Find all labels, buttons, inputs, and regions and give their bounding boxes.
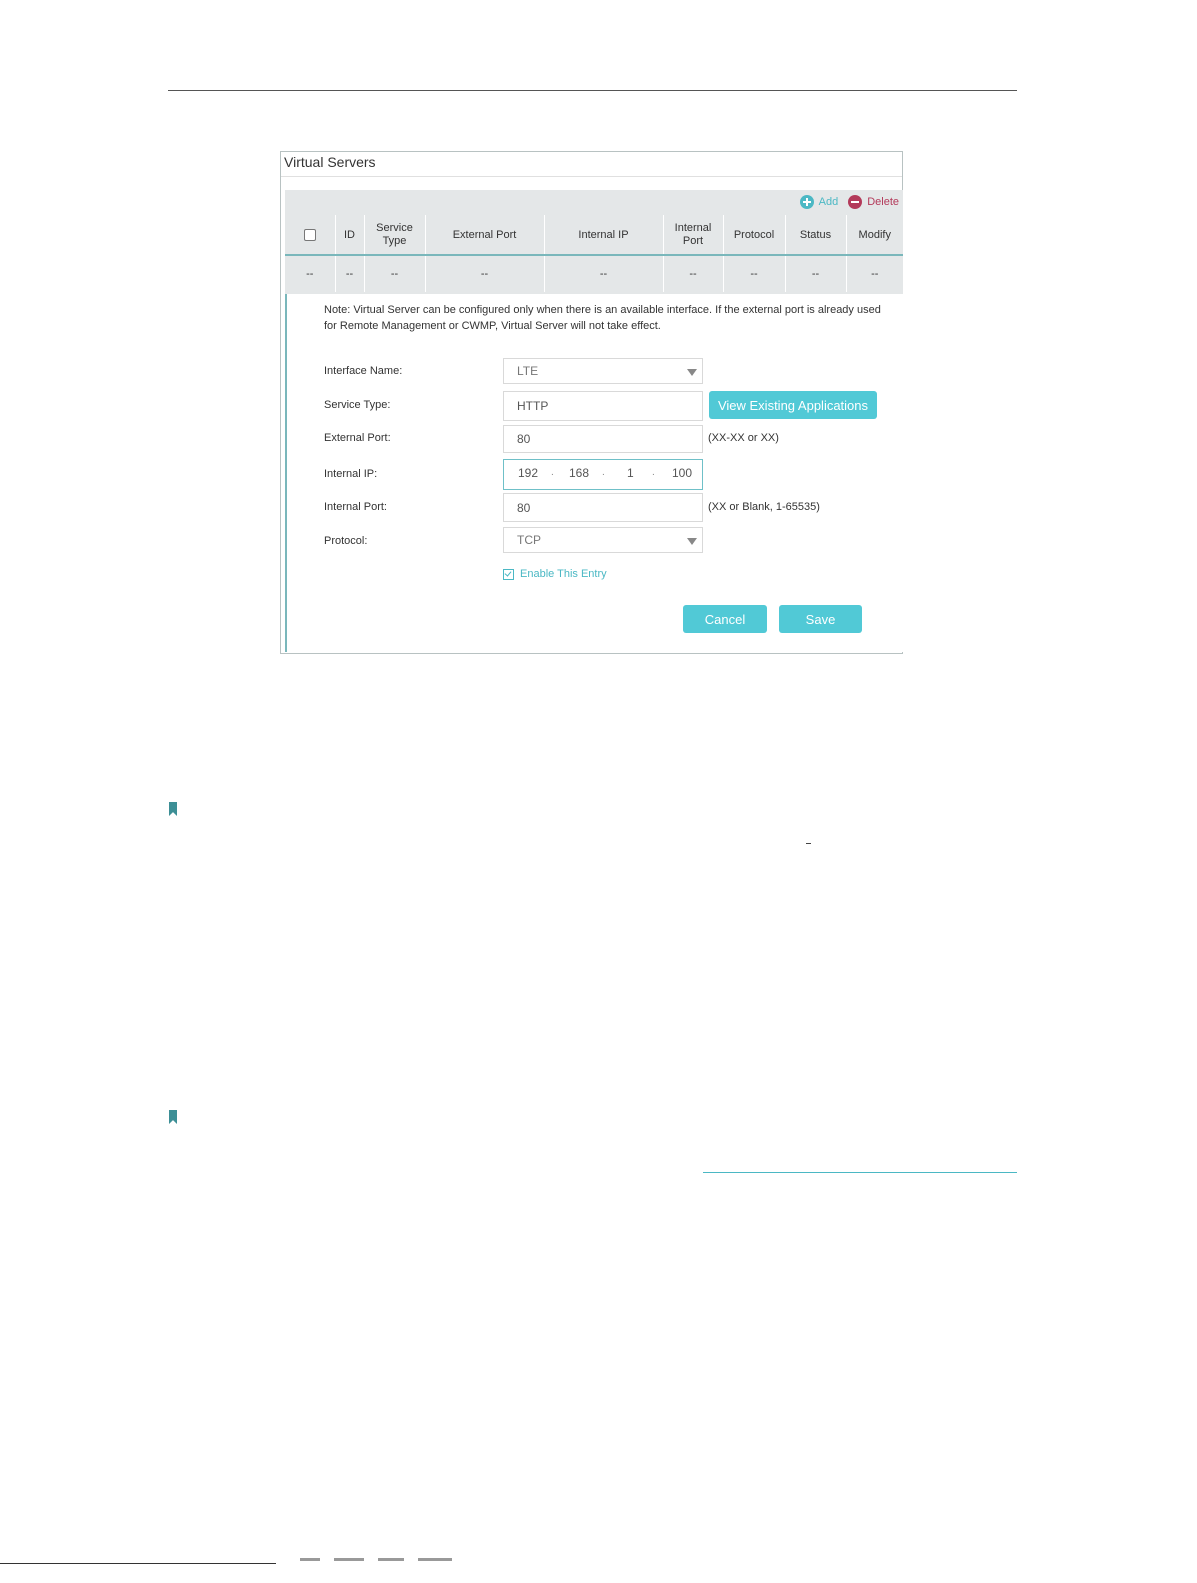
internal-port-value: 80 <box>517 500 531 515</box>
text-fragment <box>806 843 811 844</box>
bookmark-icon <box>169 802 177 816</box>
internal-ip-label: Internal IP: <box>324 468 378 480</box>
footnote-fragment <box>300 1558 452 1561</box>
dropdown-caret-icon <box>687 538 697 545</box>
table-cell: -- <box>285 255 336 292</box>
select-all-cell <box>285 215 336 255</box>
table-row: -- -- -- -- -- -- -- -- -- <box>285 255 903 292</box>
select-all-checkbox[interactable] <box>303 228 316 241</box>
minus-circle-icon <box>848 195 863 209</box>
table-cell: -- <box>785 255 847 292</box>
delete-button[interactable]: Delete <box>848 195 899 209</box>
enable-entry-toggle[interactable]: Enable This Entry <box>503 568 607 580</box>
column-header: Modify <box>858 228 891 241</box>
protocol-select[interactable]: TCP <box>503 527 703 553</box>
external-port-input[interactable]: 80 <box>503 425 703 453</box>
column-header: External Port <box>425 215 545 255</box>
column-header: Internal Port <box>663 215 724 255</box>
dropdown-caret-icon <box>687 369 697 376</box>
table-cell: -- <box>723 255 786 292</box>
service-type-input[interactable]: HTTP <box>503 391 703 421</box>
external-port-hint: (XX-XX or XX) <box>708 432 779 444</box>
cancel-button[interactable]: Cancel <box>683 605 767 633</box>
plus-circle-icon <box>799 195 814 209</box>
panel-title: Virtual Servers <box>284 154 376 170</box>
view-existing-applications-button[interactable]: View Existing Applications <box>709 391 877 419</box>
add-entry-form: Note: Virtual Server can be configured o… <box>287 294 903 652</box>
ip-dot: . <box>652 467 655 478</box>
external-port-label: External Port: <box>324 432 391 444</box>
virtual-servers-table: ID Service Type External Port Internal I… <box>285 215 903 292</box>
form-note: Note: Virtual Server can be configured o… <box>324 304 881 332</box>
external-port-value: 80 <box>517 432 531 446</box>
internal-port-hint: (XX or Blank, 1-65535) <box>708 501 820 513</box>
table-cell: -- <box>663 255 724 292</box>
table-cell: -- <box>425 255 545 292</box>
page-top-rule <box>168 90 1017 91</box>
footnote-rule <box>0 1563 276 1564</box>
table-cell: -- <box>871 268 879 280</box>
column-header: ID <box>335 215 365 255</box>
table-toolbar: Add Delete <box>799 190 899 214</box>
delete-label: Delete <box>867 196 899 208</box>
internal-port-input[interactable]: 80 <box>503 493 703 522</box>
ip-dot: . <box>551 467 554 478</box>
add-button[interactable]: Add <box>799 195 839 209</box>
virtual-servers-panel: Virtual Servers Add Delete ID Service Ty… <box>280 151 903 654</box>
column-header: Service Type <box>364 215 426 255</box>
protocol-value: TCP <box>517 533 541 547</box>
save-button[interactable]: Save <box>779 605 862 633</box>
add-label: Add <box>818 196 839 208</box>
service-type-label: Service Type: <box>324 399 391 411</box>
title-divider <box>281 176 902 177</box>
table-header-row: ID Service Type External Port Internal I… <box>285 215 903 255</box>
interface-name-label: Interface Name: <box>324 365 403 377</box>
table-cell: -- <box>335 255 365 292</box>
ip-octet-4[interactable]: 100 <box>672 466 692 480</box>
table-cell: -- <box>544 255 664 292</box>
internal-port-label: Internal Port: <box>324 501 387 513</box>
bookmark-icon <box>169 1110 177 1124</box>
virtual-servers-table-area: Add Delete ID Service Type External Port… <box>285 190 903 294</box>
ip-octet-2[interactable]: 168 <box>569 466 589 480</box>
column-header: Internal IP <box>544 215 664 255</box>
column-header: Status <box>785 215 847 255</box>
interface-name-select[interactable]: LTE <box>503 358 703 384</box>
interface-name-value: LTE <box>517 364 539 378</box>
ip-dot: . <box>602 467 605 478</box>
ip-octet-1[interactable]: 192 <box>518 466 538 480</box>
enable-entry-label: Enable This Entry <box>520 568 607 580</box>
internal-ip-input[interactable]: 192 . 168 . 1 . 100 <box>503 459 703 490</box>
ip-octet-3[interactable]: 1 <box>627 466 634 480</box>
table-cell: -- <box>364 255 426 292</box>
column-header: Protocol <box>723 215 786 255</box>
enable-checkbox-icon[interactable] <box>503 568 514 580</box>
protocol-label: Protocol: <box>324 535 368 547</box>
service-type-value: HTTP <box>517 399 549 413</box>
link-underline <box>703 1172 1017 1173</box>
